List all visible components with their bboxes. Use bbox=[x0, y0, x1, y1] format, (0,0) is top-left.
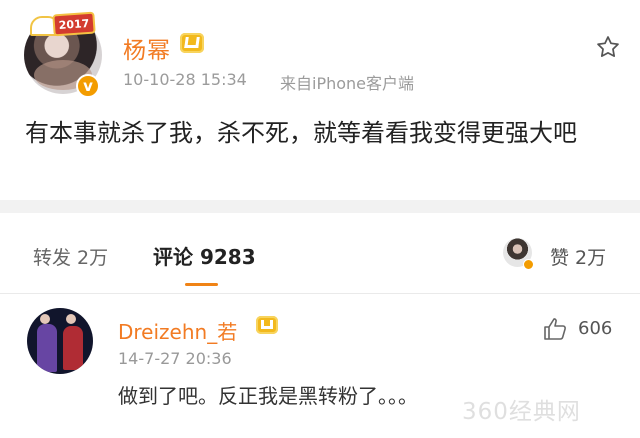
comment-author-avatar[interactable] bbox=[27, 308, 93, 374]
vip-crown-icon[interactable] bbox=[256, 316, 278, 334]
liker-verified-icon bbox=[523, 259, 534, 270]
weibo-post-card: 2017 v 杨幂 10-10-28 15:34 来自iPhone客户端 有本事… bbox=[0, 0, 640, 200]
active-tab-indicator bbox=[185, 283, 218, 286]
watermark-text: 360经典网 bbox=[462, 399, 581, 425]
tab-comments[interactable]: 评论 9283 bbox=[153, 241, 256, 270]
thumbs-up-icon[interactable] bbox=[541, 316, 569, 342]
comment-author-name[interactable]: Dreizehn_若 bbox=[118, 316, 237, 345]
tab-likes[interactable]: 赞 2万 bbox=[550, 243, 606, 270]
post-body: 有本事就杀了我，杀不死，就等着看我变得更强大吧 bbox=[25, 119, 577, 147]
avatar-2017-badge: 2017 bbox=[52, 11, 96, 37]
verified-badge-icon: v bbox=[76, 74, 100, 98]
star-icon[interactable] bbox=[595, 34, 621, 60]
comment-like-count: 606 bbox=[578, 318, 613, 339]
avatar-figure-icon bbox=[40, 314, 50, 324]
post-source: 来自iPhone客户端 bbox=[280, 74, 415, 93]
comment-body: 做到了吧。反正我是黑转粉了。。。 bbox=[118, 384, 418, 408]
section-divider bbox=[0, 200, 640, 213]
post-author-name[interactable]: 杨幂 bbox=[123, 31, 171, 65]
comment-timestamp: 14-7-27 20:36 bbox=[118, 349, 232, 368]
vip-crown-icon[interactable] bbox=[180, 33, 204, 53]
tab-repost[interactable]: 转发 2万 bbox=[33, 243, 108, 270]
post-timestamp: 10-10-28 15:34 bbox=[123, 70, 247, 89]
avatar-figure-icon bbox=[66, 314, 76, 324]
